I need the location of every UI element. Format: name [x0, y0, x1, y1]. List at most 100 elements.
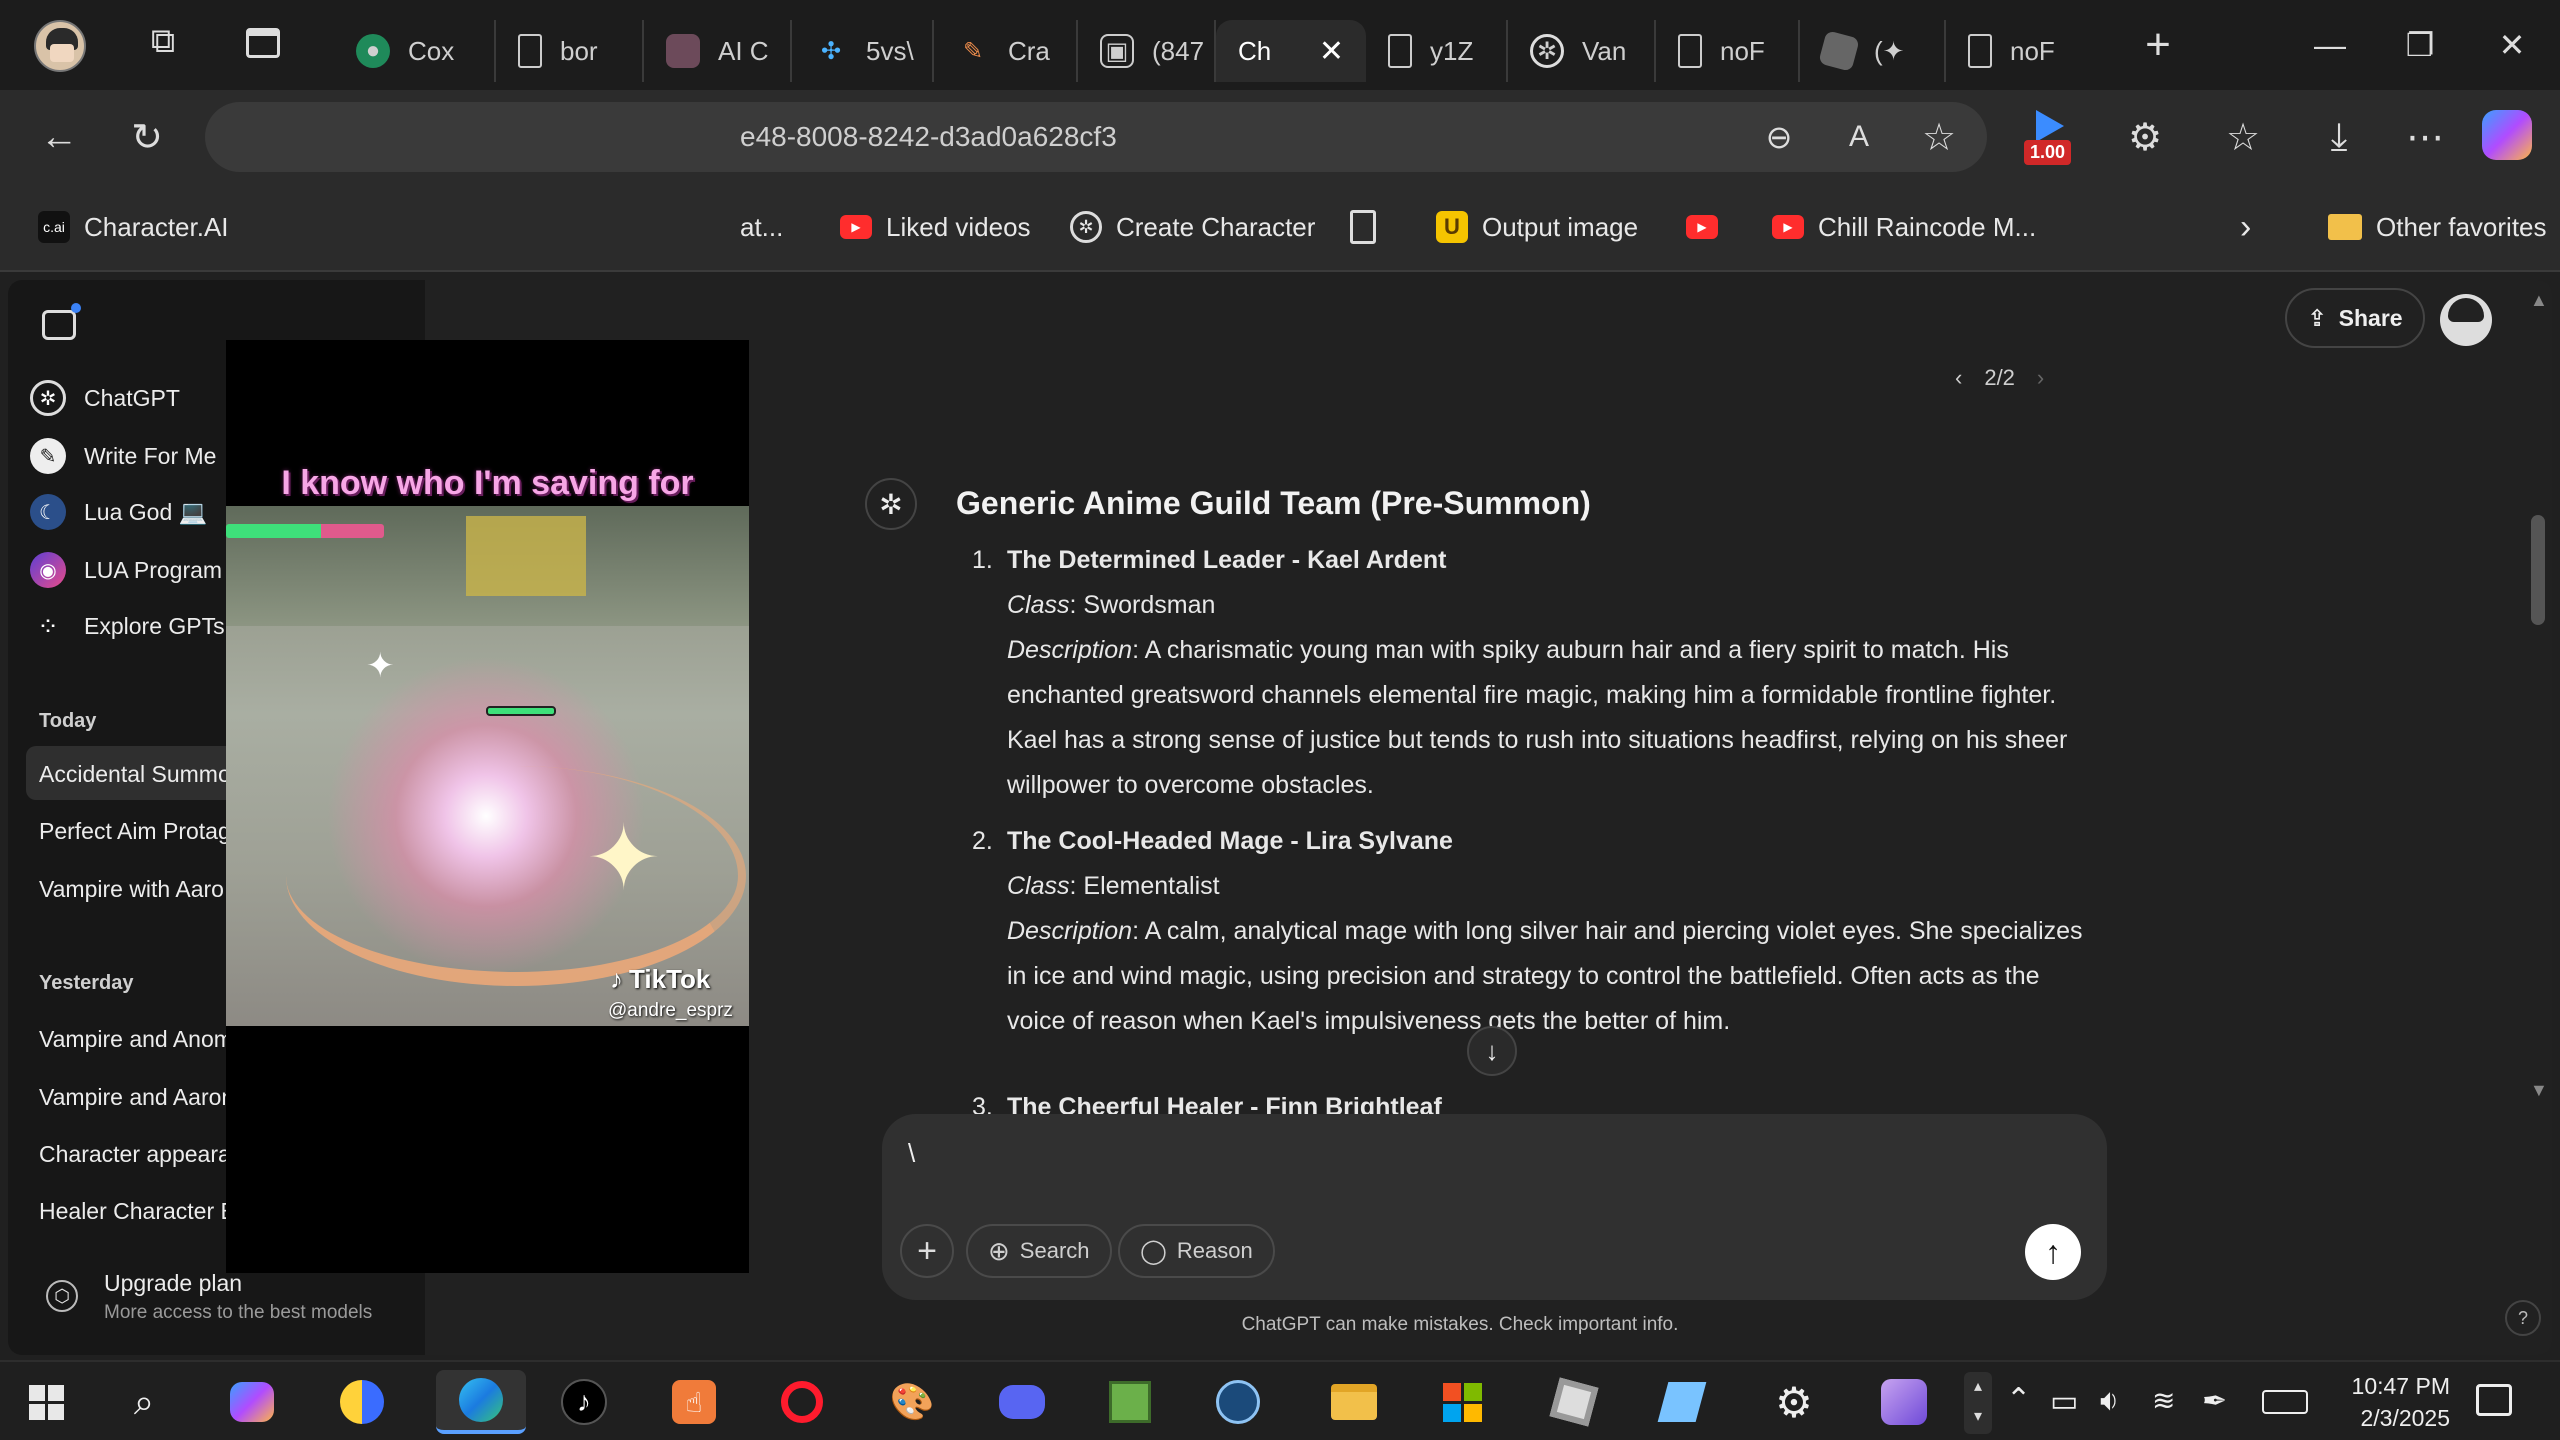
steam-app-icon[interactable]: [1206, 1370, 1270, 1434]
discord-app-icon[interactable]: [990, 1370, 1054, 1434]
battery-icon[interactable]: ▭: [2050, 1384, 2078, 1419]
send-button[interactable]: ↑: [2025, 1224, 2081, 1280]
next-response-icon[interactable]: ›: [2037, 365, 2044, 391]
edge-browser-icon[interactable]: [436, 1370, 526, 1434]
copilot-icon[interactable]: [2482, 110, 2532, 160]
tab-11[interactable]: noF: [1946, 20, 2076, 82]
read-aloud-icon[interactable]: A: [1830, 108, 1888, 166]
more-menu-icon[interactable]: ⋯: [2396, 108, 2454, 166]
tab-label: bor: [560, 35, 598, 66]
file-explorer-icon[interactable]: [1322, 1370, 1386, 1434]
vertical-tabs-icon[interactable]: [246, 28, 280, 58]
reason-button[interactable]: ◯ Reason: [1118, 1224, 1275, 1278]
profile-avatar[interactable]: [34, 20, 86, 72]
favorite-document[interactable]: [1350, 204, 1376, 250]
minecraft-app-icon[interactable]: [1098, 1370, 1162, 1434]
roblox-app-icon[interactable]: [1542, 1370, 1606, 1434]
tab-8[interactable]: ✲ Van: [1508, 20, 1656, 82]
search-button[interactable]: ⊕ Search: [966, 1224, 1112, 1278]
keyboard-icon[interactable]: [2262, 1390, 2308, 1414]
tab-1[interactable]: bor: [496, 20, 644, 82]
previous-response-icon[interactable]: ‹: [1955, 365, 1962, 391]
favorite-output-image[interactable]: U Output image: [1436, 204, 1638, 250]
app-icon-orange[interactable]: ☝: [662, 1370, 726, 1434]
share-button[interactable]: ⇪ Share: [2285, 288, 2425, 348]
tab-5[interactable]: ▣ (847: [1078, 20, 1216, 82]
extension-badge-button[interactable]: 1.00: [2020, 104, 2080, 166]
favorite-character-ai[interactable]: c.ai Character.AI: [38, 204, 229, 250]
opera-browser-icon[interactable]: [770, 1370, 834, 1434]
assistant-avatar: ✲: [865, 478, 917, 530]
wifi-icon[interactable]: ≋: [2152, 1384, 2175, 1417]
search-icon[interactable]: ⌕: [112, 1370, 176, 1434]
workspaces-icon[interactable]: ⧉: [140, 22, 186, 68]
attach-button[interactable]: +: [900, 1224, 954, 1278]
sidebar-toggle-icon[interactable]: [42, 303, 81, 340]
zoom-out-icon[interactable]: ⊖: [1750, 108, 1808, 166]
notifications-icon[interactable]: [2476, 1384, 2512, 1416]
message-input[interactable]: \: [908, 1138, 2008, 1188]
sidebar-item-lua-god[interactable]: ☾ Lua God 💻: [30, 486, 207, 538]
sidebar-item-write-for-me[interactable]: ✎ Write For Me: [30, 430, 216, 482]
brush-icon: ✎: [962, 37, 984, 65]
tiktok-watermark: ♪ TikTok: [610, 964, 711, 994]
microsoft-store-icon[interactable]: [1430, 1370, 1494, 1434]
anime-app-icon[interactable]: [1872, 1370, 1936, 1434]
favorite-create-character[interactable]: ✲ Create Character: [1070, 204, 1315, 250]
show-hidden-icons[interactable]: ⌃: [2006, 1382, 2031, 1417]
tiktok-app-icon[interactable]: ♪: [552, 1370, 616, 1434]
scroll-up-arrow-icon[interactable]: ▲: [2530, 290, 2548, 311]
user-avatar[interactable]: [2440, 294, 2492, 346]
favorite-star-icon[interactable]: ☆: [1910, 108, 1968, 166]
sidebar-item-lua-program[interactable]: ◉ LUA Program: [30, 544, 222, 596]
overflow-scroll-arrows[interactable]: ▴ ▾: [1964, 1372, 1992, 1434]
minimize-button[interactable]: —: [2300, 18, 2360, 72]
volume-icon[interactable]: 🔉︎: [2100, 1384, 2119, 1418]
address-bar[interactable]: e48-8008-8242-d3ad0a628cf3: [205, 102, 1987, 172]
back-button[interactable]: ←: [30, 108, 88, 166]
tab-10[interactable]: (✦: [1800, 20, 1946, 82]
close-window-button[interactable]: ✕: [2482, 18, 2542, 72]
paint-app-icon[interactable]: 🎨: [880, 1370, 944, 1434]
chatgpt-app: ✲ ChatGPT ✎ Write For Me ☾ Lua God 💻 ◉ L…: [8, 280, 2552, 1355]
favorite-chill-raincode[interactable]: ▶ Chill Raincode M...: [1772, 204, 2036, 250]
favorites-overflow-chevron-icon[interactable]: ›: [2240, 204, 2251, 250]
video-frame: ✦ ✦: [226, 506, 749, 1026]
favorites-icon[interactable]: ☆: [2214, 108, 2272, 166]
tab-9[interactable]: noF: [1656, 20, 1800, 82]
copilot-app-icon[interactable]: [220, 1370, 284, 1434]
document-icon: [1388, 34, 1412, 68]
tab-0[interactable]: ● Cox: [334, 20, 496, 82]
video-overlay[interactable]: ✦ ✦ I know who I'm saving for ♪ TikTok @…: [226, 340, 749, 1273]
close-tab-icon[interactable]: ✕: [1319, 34, 1344, 69]
globe-icon: ●: [356, 34, 390, 68]
restore-button[interactable]: ❐: [2390, 18, 2450, 72]
downloads-icon[interactable]: ⤓: [2310, 108, 2368, 166]
extensions-icon[interactable]: ⚙: [2116, 108, 2174, 166]
new-tab-button[interactable]: +: [2128, 18, 2188, 72]
tab-active-chatgpt[interactable]: Ch ✕: [1216, 20, 1366, 82]
favorite-other-favorites[interactable]: Other favorites: [2328, 204, 2547, 250]
settings-icon[interactable]: ⚙: [1762, 1370, 1826, 1434]
composer: \ + ⊕ Search ◯ Reason ↑: [882, 1114, 2107, 1300]
cursor-app-icon[interactable]: [330, 1370, 394, 1434]
clock[interactable]: 10:47 PM 2/3/2025: [2330, 1370, 2450, 1434]
roblox-icon: [1818, 30, 1860, 72]
sidebar-item-chatgpt[interactable]: ✲ ChatGPT: [30, 372, 180, 424]
tab-4[interactable]: ✎ Cra: [934, 20, 1078, 82]
help-button[interactable]: ?: [2505, 1300, 2541, 1336]
sidebar-item-explore-gpts[interactable]: ⁘ Explore GPTs: [30, 600, 225, 652]
tab-3[interactable]: ✣ 5vs\: [792, 20, 934, 82]
youtube-icon: ▶: [840, 215, 872, 239]
pen-icon[interactable]: ✒: [2202, 1384, 2227, 1419]
scroll-to-bottom-button[interactable]: ↓: [1467, 1026, 1517, 1076]
upgrade-icon: ⬡: [46, 1280, 78, 1312]
tab-7[interactable]: y1Z: [1366, 20, 1508, 82]
tab-2[interactable]: AI C: [644, 20, 792, 82]
favorite-liked-videos[interactable]: ▶ Liked videos: [840, 204, 1031, 250]
favorite-partial[interactable]: at...: [740, 204, 783, 250]
refresh-button[interactable]: ↻: [118, 108, 176, 166]
roblox-studio-icon[interactable]: [1650, 1370, 1714, 1434]
start-button[interactable]: [14, 1370, 78, 1434]
favorite-youtube[interactable]: ▶: [1686, 204, 1718, 250]
